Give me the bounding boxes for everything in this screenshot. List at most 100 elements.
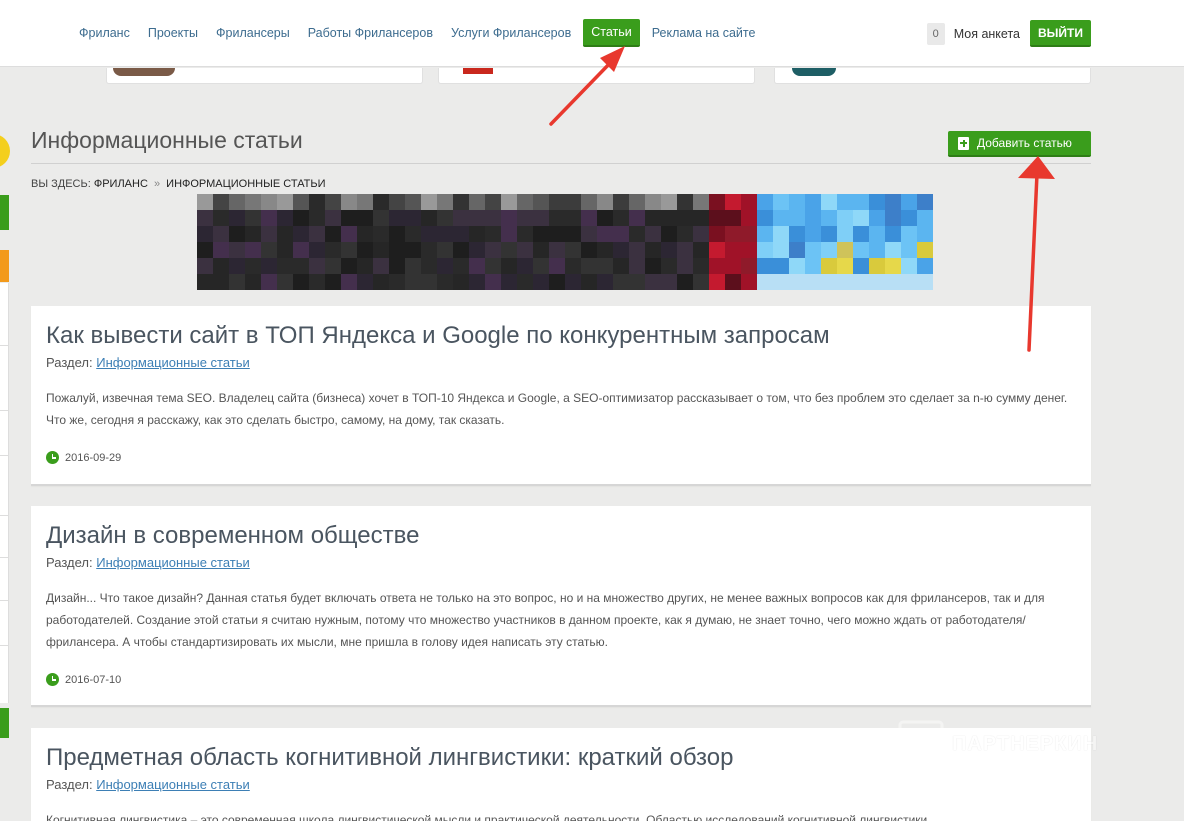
banner-pixel bbox=[901, 210, 917, 226]
nav-link-works[interactable]: Работы Фрилансеров bbox=[299, 20, 442, 46]
banner-pixel bbox=[341, 194, 357, 210]
side-divider bbox=[0, 410, 9, 411]
banner-pixel bbox=[645, 274, 661, 290]
banner-pixel bbox=[885, 226, 901, 242]
banner-pixel bbox=[501, 194, 517, 210]
banner-pixel bbox=[261, 226, 277, 242]
banner-pixel bbox=[357, 194, 373, 210]
nav-link-freelancers[interactable]: Фрилансеры bbox=[207, 20, 299, 46]
banner-pixel bbox=[741, 194, 757, 210]
my-profile-link[interactable]: Моя анкета bbox=[954, 27, 1020, 41]
banner-pixel bbox=[869, 242, 885, 258]
banner-pixel bbox=[821, 274, 837, 290]
banner-pixel bbox=[629, 274, 645, 290]
banner-pixel bbox=[485, 242, 501, 258]
banner-pixel bbox=[645, 210, 661, 226]
banner-pixel bbox=[917, 210, 933, 226]
banner-pixel bbox=[709, 210, 725, 226]
article-title[interactable]: Дизайн в современном обществе bbox=[46, 522, 419, 550]
banner-pixel bbox=[453, 194, 469, 210]
banner-pixel bbox=[469, 258, 485, 274]
nav-link-projects[interactable]: Проекты bbox=[139, 20, 207, 46]
article-section: Раздел: Информационные статьи bbox=[46, 777, 250, 792]
nav-link-freelance[interactable]: Фриланс bbox=[70, 20, 139, 46]
section-label: Раздел: bbox=[46, 555, 93, 570]
banner-pixel bbox=[517, 210, 533, 226]
side-divider bbox=[0, 557, 9, 558]
banner-pixel bbox=[613, 242, 629, 258]
side-divider bbox=[0, 645, 9, 646]
nav-link-articles[interactable]: Статьи bbox=[583, 19, 640, 47]
banner-pixel bbox=[661, 274, 677, 290]
breadcrumb-home-link[interactable]: Фриланс bbox=[94, 178, 148, 190]
banner-pixel bbox=[869, 226, 885, 242]
banner-pixel bbox=[293, 210, 309, 226]
banner-pixel bbox=[773, 194, 789, 210]
banner-pixel bbox=[549, 274, 565, 290]
banner-pixel bbox=[581, 274, 597, 290]
banner-pixel bbox=[309, 210, 325, 226]
banner-pixel bbox=[789, 194, 805, 210]
banner-pixel bbox=[565, 242, 581, 258]
side-widget-orange[interactable] bbox=[0, 250, 9, 282]
banner-pixel bbox=[885, 258, 901, 274]
banner-pixel bbox=[405, 226, 421, 242]
side-widget-green[interactable] bbox=[0, 708, 9, 738]
banner-pixel bbox=[197, 242, 213, 258]
banner-pixel bbox=[565, 258, 581, 274]
watermark: ПАРТНЕРКИН bbox=[898, 720, 1098, 768]
banner-pixel bbox=[341, 226, 357, 242]
nav-link-advertising[interactable]: Реклама на сайте bbox=[643, 20, 765, 46]
banner-pixel bbox=[469, 226, 485, 242]
ad-banner[interactable] bbox=[197, 194, 933, 290]
banner-pixel bbox=[741, 226, 757, 242]
section-link[interactable]: Информационные статьи bbox=[96, 355, 250, 370]
banner-pixel bbox=[581, 210, 597, 226]
article-title[interactable]: Предметная область когнитивной лингвисти… bbox=[46, 744, 733, 772]
add-article-label: Добавить статью bbox=[977, 136, 1072, 150]
banner-pixel bbox=[869, 210, 885, 226]
section-link[interactable]: Информационные статьи bbox=[96, 777, 250, 792]
banner-pixel bbox=[389, 226, 405, 242]
banner-pixel bbox=[325, 210, 341, 226]
banner-pixel bbox=[405, 274, 421, 290]
banner-pixel bbox=[533, 242, 549, 258]
side-widget-yellow[interactable] bbox=[0, 134, 10, 168]
article-title[interactable]: Как вывести сайт в ТОП Яндекса и Google … bbox=[46, 322, 830, 350]
banner-pixel bbox=[629, 258, 645, 274]
side-divider bbox=[0, 345, 9, 346]
banner-pixel bbox=[581, 194, 597, 210]
banner-pixel bbox=[405, 242, 421, 258]
banner-pixel bbox=[469, 194, 485, 210]
banner-pixel bbox=[373, 226, 389, 242]
banner-pixel bbox=[213, 258, 229, 274]
article-excerpt: Когнитивная лингвистика – это современна… bbox=[46, 813, 928, 821]
banner-pixel bbox=[773, 210, 789, 226]
banner-pixel bbox=[565, 210, 581, 226]
add-article-button[interactable]: Добавить статью bbox=[948, 131, 1091, 157]
banner-pixel bbox=[709, 194, 725, 210]
banner-pixel bbox=[677, 274, 693, 290]
banner-pixel bbox=[453, 258, 469, 274]
banner-pixel bbox=[517, 258, 533, 274]
banner-pixel bbox=[229, 210, 245, 226]
watermark-text: ПАРТНЕРКИН bbox=[952, 732, 1099, 755]
section-link[interactable]: Информационные статьи bbox=[96, 555, 250, 570]
banner-pixel bbox=[373, 258, 389, 274]
banner-pixel bbox=[773, 274, 789, 290]
side-divider bbox=[0, 515, 9, 516]
banner-pixel bbox=[261, 194, 277, 210]
banner-pixel bbox=[485, 274, 501, 290]
banner-pixel bbox=[453, 274, 469, 290]
breadcrumb: Вы здесь: Фриланс » Информационные стать… bbox=[31, 178, 326, 190]
banner-pixel bbox=[197, 258, 213, 274]
notification-counter[interactable]: 0 bbox=[926, 22, 945, 45]
banner-pixel bbox=[869, 258, 885, 274]
side-widget-green[interactable] bbox=[0, 195, 9, 230]
logout-button[interactable]: ВЫЙТИ bbox=[1030, 20, 1091, 47]
article-section: Раздел: Информационные статьи bbox=[46, 355, 250, 370]
banner-pixel bbox=[773, 242, 789, 258]
article-date: 2016-07-10 bbox=[46, 673, 121, 686]
nav-link-services[interactable]: Услуги Фрилансеров bbox=[442, 20, 580, 46]
banner-pixel bbox=[309, 258, 325, 274]
